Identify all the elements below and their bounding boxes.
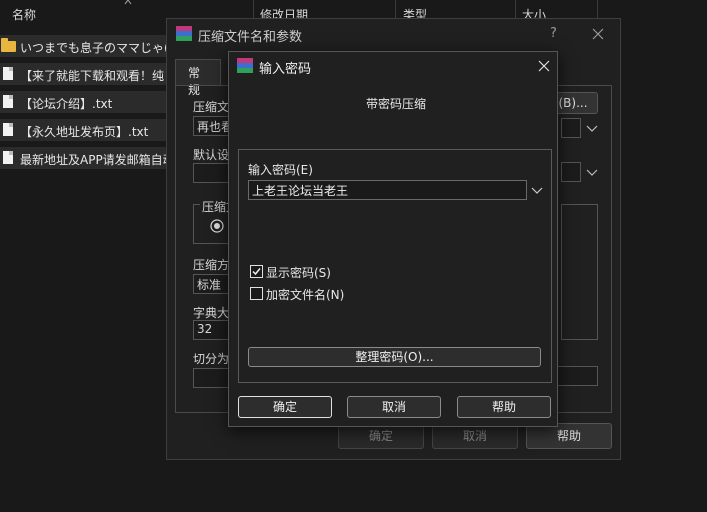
password-label: 输入密码(E) <box>248 163 313 177</box>
chevron-down-icon[interactable] <box>586 166 598 178</box>
text-file-icon <box>3 123 13 136</box>
dictionary-size-label: 字典大 <box>193 306 230 320</box>
winrar-icon <box>237 58 253 74</box>
options-group <box>561 204 598 340</box>
help-icon[interactable]: ? <box>550 26 557 41</box>
text-file-icon <box>3 151 13 164</box>
help-button[interactable]: 帮助 <box>457 396 551 418</box>
password-dialog: 输入密码 带密码压缩 输入密码(E) 上老王论坛当老王 显示密码(S) 加密文件… <box>228 51 558 427</box>
password-group: 输入密码(E) 上老王论坛当老王 显示密码(S) 加密文件名(N) 整理密码(O… <box>238 149 552 383</box>
file-name: いつまでも息子のママじゃ( <box>20 41 169 55</box>
file-name: 【来了就能下载和观看！纯 <box>20 69 165 83</box>
update-mode-select[interactable] <box>561 162 581 182</box>
file-name: 【论坛介绍】.txt <box>20 97 113 111</box>
show-password-label[interactable]: 显示密码(S) <box>266 264 331 281</box>
winrar-icon <box>176 26 192 42</box>
file-name: 【永久地址发布页】.txt <box>20 125 149 139</box>
file-name: 最新地址及APP请发邮箱自动 <box>20 153 175 167</box>
encrypt-filenames-label[interactable]: 加密文件名(N) <box>266 286 344 303</box>
checkmark-icon <box>252 268 261 276</box>
dialog-title: 输入密码 <box>259 62 312 77</box>
radio-selected-icon[interactable] <box>210 219 224 233</box>
default-profile-label: 默认设 <box>193 148 230 162</box>
archive-name-input-end[interactable] <box>561 118 581 138</box>
text-file-icon <box>3 67 13 80</box>
show-password-checkbox[interactable] <box>250 265 263 278</box>
archive-name-label: 压缩文 <box>193 100 230 114</box>
encrypt-filenames-checkbox[interactable] <box>250 287 263 300</box>
dialog-title: 压缩文件名和参数 <box>198 30 303 45</box>
folder-icon <box>1 38 16 52</box>
tab-general[interactable]: 常规 <box>175 59 221 97</box>
close-icon[interactable] <box>538 60 550 72</box>
sort-ascending-icon <box>124 0 132 5</box>
chevron-down-icon[interactable] <box>531 184 543 196</box>
compression-method-label: 压缩方 <box>193 258 230 272</box>
text-file-icon <box>3 95 13 108</box>
close-icon[interactable] <box>592 28 604 40</box>
split-volume-label: 切分为 <box>193 352 230 366</box>
dialog-heading: 带密码压缩 <box>366 97 427 111</box>
ok-button[interactable]: 确定 <box>238 396 332 418</box>
chevron-down-icon[interactable] <box>586 122 598 134</box>
organize-passwords-button[interactable]: 整理密码(O)... <box>248 347 541 367</box>
password-input[interactable]: 上老王论坛当老王 <box>248 180 527 200</box>
column-header-name[interactable]: 名称 <box>12 6 36 23</box>
cancel-button[interactable]: 取消 <box>347 396 441 418</box>
